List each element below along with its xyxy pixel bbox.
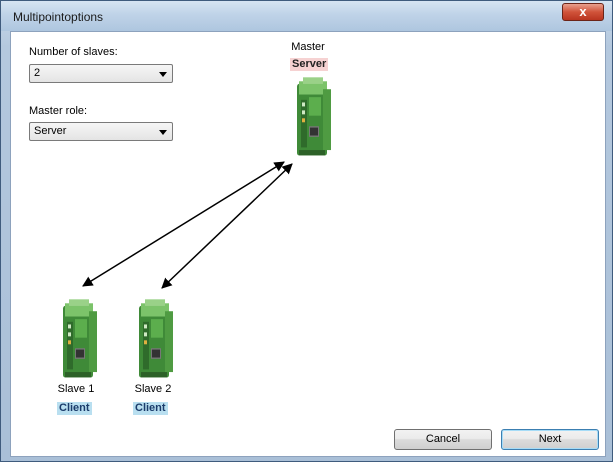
dialog-content: Number of slaves: 2 Master role: Server … — [10, 31, 606, 457]
slave-1-role-badge: Client — [57, 402, 92, 415]
slave-1-device-icon — [59, 298, 99, 380]
close-icon: x — [579, 4, 587, 19]
connection-arrows — [82, 161, 293, 289]
title-bar[interactable]: Multipointoptions x — [1, 1, 612, 31]
slave-2-caption: Slave 2 — [134, 383, 172, 395]
slave-2-device-icon — [135, 298, 175, 380]
slave-2-role-badge: Client — [133, 402, 168, 415]
multipoint-options-dialog: Multipointoptions x Number of slaves: 2 … — [0, 0, 613, 462]
slave-1-caption: Slave 1 — [57, 383, 95, 395]
cancel-button[interactable]: Cancel — [394, 429, 492, 450]
close-button[interactable]: x — [562, 3, 604, 21]
window-title: Multipointoptions — [13, 10, 104, 24]
next-button[interactable]: Next — [501, 429, 599, 450]
